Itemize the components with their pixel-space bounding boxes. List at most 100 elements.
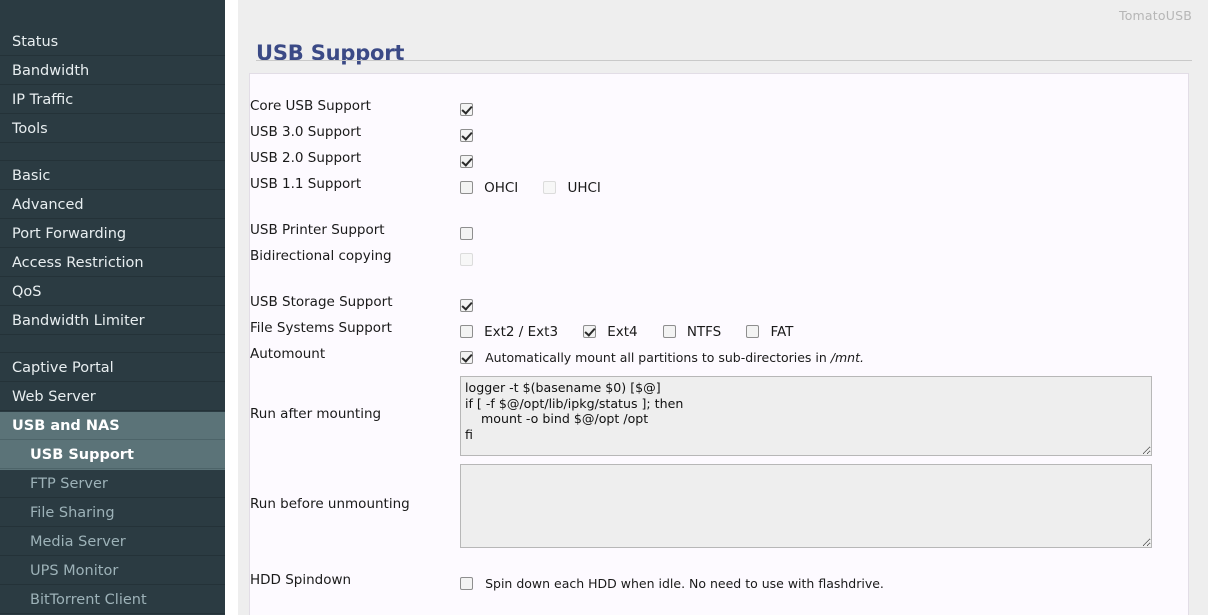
label-fat: FAT [770, 324, 794, 340]
sidebar-item-usb-and-nas[interactable]: USB and NAS [0, 412, 225, 441]
sidebar-item-ip-traffic[interactable]: IP Traffic [0, 86, 225, 115]
label-uhci: UHCI [567, 180, 601, 196]
sidebar-group-separator-1 [0, 144, 225, 162]
sidebar-item-tools[interactable]: Tools [0, 115, 225, 144]
sidebar-item-media-server[interactable]: Media Server [0, 528, 225, 557]
sidebar-item-label: Advanced [12, 197, 84, 213]
hdd-spindown-description: Spin down each HDD when idle. No need to… [485, 576, 884, 591]
label-file-systems-support: File Systems Support [250, 320, 392, 336]
label-core-usb-support: Core USB Support [250, 98, 371, 114]
row-usb-storage-support: USB Storage Support [250, 290, 1188, 316]
automount-mount-path: /mnt. [830, 350, 864, 365]
sidebar-item-file-sharing[interactable]: File Sharing [0, 499, 225, 528]
sidebar-item-access-restriction[interactable]: Access Restriction [0, 249, 225, 278]
label-usb-storage-support: USB Storage Support [250, 294, 393, 310]
label-ext2-ext3: Ext2 / Ext3 [484, 324, 559, 340]
automount-description: Automatically mount all partitions to su… [478, 350, 864, 365]
sidebar-item-label: Port Forwarding [12, 226, 127, 242]
label-run-after-mounting: Run after mounting [250, 406, 382, 422]
sidebar-item-ups-monitor[interactable]: UPS Monitor [0, 557, 225, 586]
checkbox-usb-20-support[interactable] [460, 155, 473, 168]
label-automount: Automount [250, 346, 326, 362]
sidebar-item-label: USB and NAS [12, 418, 120, 434]
run-before-unmounting-textarea[interactable] [460, 464, 1152, 548]
checkbox-hdd-spindown[interactable] [460, 577, 473, 590]
sidebar-group-separator-2 [0, 336, 225, 354]
label-usb-printer-support: USB Printer Support [250, 222, 385, 238]
row-usb-11-support: USB 1.1 Support OHCI UHCI [250, 172, 1188, 198]
content-area: TomatoUSB USB Support Core USB Support U… [225, 0, 1208, 615]
sidebar-item-label: Web Server [12, 389, 96, 405]
label-ext4: Ext4 [607, 324, 638, 340]
settings-panel: Core USB Support USB 3.0 Support USB 2.0… [249, 73, 1189, 615]
checkbox-usb-printer-support[interactable] [460, 227, 473, 240]
checkbox-ohci[interactable] [460, 181, 473, 194]
sidebar-item-basic[interactable]: Basic [0, 162, 225, 191]
label-bidirectional-copying: Bidirectional copying [250, 248, 392, 264]
app-window: Status Bandwidth IP Traffic Tools Basic … [0, 0, 1208, 615]
sidebar-item-label: Tools [12, 121, 48, 137]
sidebar-item-label: USB Support [30, 447, 134, 463]
sidebar-item-status[interactable]: Status [0, 28, 225, 57]
page-title: USB Support [256, 41, 405, 66]
sidebar-item-bandwidth[interactable]: Bandwidth [0, 57, 225, 86]
sidebar-item-label: UPS Monitor [30, 563, 119, 579]
checkbox-automount[interactable] [460, 351, 473, 364]
run-after-mounting-textarea[interactable] [460, 376, 1152, 456]
checkbox-usb-storage-support[interactable] [460, 299, 473, 312]
brand-label: TomatoUSB [1118, 8, 1192, 23]
sidebar-item-label: Basic [12, 168, 51, 184]
sidebar-item-bittorrent-client[interactable]: BitTorrent Client [0, 586, 225, 615]
checkbox-usb-30-support[interactable] [460, 129, 473, 142]
layout-gutter [225, 0, 238, 615]
row-automount: Automount Automatically mount all partit… [250, 342, 1188, 368]
sidebar-item-label: QoS [12, 284, 42, 300]
automount-description-text: Automatically mount all partitions to su… [485, 350, 831, 365]
sidebar-item-label: FTP Server [30, 476, 108, 492]
label-ohci: OHCI [484, 180, 519, 196]
row-run-after-mounting: Run after mounting [250, 376, 1188, 456]
sidebar-item-label: Status [12, 34, 59, 50]
row-run-before-unmounting: Run before unmounting [250, 464, 1188, 548]
label-run-before-unmounting: Run before unmounting [250, 496, 410, 512]
sidebar-item-qos[interactable]: QoS [0, 278, 225, 307]
label-hdd-spindown: HDD Spindown [250, 572, 352, 588]
page-surface: TomatoUSB USB Support Core USB Support U… [238, 0, 1208, 615]
row-hdd-spindown: HDD Spindown Spin down each HDD when idl… [250, 568, 1188, 594]
sidebar-item-label: IP Traffic [12, 92, 74, 108]
row-usb-20-support: USB 2.0 Support [250, 146, 1188, 172]
sidebar-item-label: Bandwidth [12, 63, 90, 79]
label-usb-30-support: USB 3.0 Support [250, 124, 362, 140]
sidebar-item-label: Captive Portal [12, 360, 114, 376]
sidebar-navigation: Status Bandwidth IP Traffic Tools Basic … [0, 0, 225, 615]
checkbox-fat[interactable] [746, 325, 760, 338]
sidebar-item-label: Media Server [30, 534, 126, 550]
title-divider [256, 60, 1192, 61]
sidebar-item-label: Bandwidth Limiter [12, 313, 145, 329]
row-usb-30-support: USB 3.0 Support [250, 120, 1188, 146]
checkbox-ext2-ext3[interactable] [460, 325, 473, 338]
sidebar-item-bandwidth-limiter[interactable]: Bandwidth Limiter [0, 307, 225, 336]
sidebar-item-label: File Sharing [30, 505, 115, 521]
sidebar-item-advanced[interactable]: Advanced [0, 191, 225, 220]
checkbox-ntfs[interactable] [662, 325, 676, 338]
row-file-systems-support: File Systems Support Ext2 / Ext3 Ext4 NT… [250, 316, 1188, 342]
row-core-usb-support: Core USB Support [250, 94, 1188, 120]
usb-settings-form: Core USB Support USB 3.0 Support USB 2.0… [250, 74, 1188, 614]
checkbox-uhci[interactable] [543, 181, 557, 194]
sidebar-item-label: Access Restriction [12, 255, 144, 271]
checkbox-core-usb-support[interactable] [460, 103, 473, 116]
sidebar-item-port-forwarding[interactable]: Port Forwarding [0, 220, 225, 249]
row-bidirectional-copying: Bidirectional copying [250, 244, 1188, 270]
sidebar-item-ftp-server[interactable]: FTP Server [0, 470, 225, 499]
checkbox-bidirectional-copying[interactable] [460, 253, 473, 266]
row-usb-printer-support: USB Printer Support [250, 218, 1188, 244]
sidebar-item-label: BitTorrent Client [30, 592, 147, 608]
checkbox-ext4[interactable] [583, 325, 597, 338]
sidebar-item-captive-portal[interactable]: Captive Portal [0, 354, 225, 383]
sidebar-item-web-server[interactable]: Web Server [0, 383, 225, 412]
sidebar-item-usb-support[interactable]: USB Support [0, 441, 225, 470]
label-usb-11-support: USB 1.1 Support [250, 176, 362, 192]
label-usb-20-support: USB 2.0 Support [250, 150, 362, 166]
label-ntfs: NTFS [686, 324, 722, 340]
